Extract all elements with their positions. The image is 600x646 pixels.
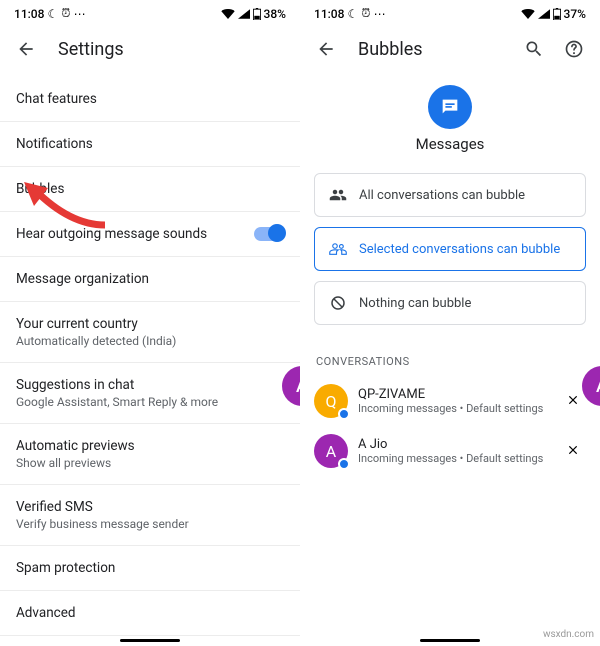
- avatar: Q: [314, 384, 348, 418]
- close-icon: [566, 393, 580, 407]
- conversation-row[interactable]: A A Jio Incoming messages • Default sett…: [300, 426, 600, 476]
- back-button[interactable]: [12, 35, 40, 63]
- messages-badge-icon: [338, 458, 350, 470]
- option-selected-bubble[interactable]: Selected conversations can bubble: [314, 227, 586, 271]
- help-button[interactable]: [560, 35, 588, 63]
- avatar-initial: Q: [325, 392, 336, 411]
- avatar-initial: A: [326, 442, 336, 461]
- settings-screen: 11:08 ☾ ⏰︎ ⋯ 38% Settings Chat features …: [0, 0, 300, 646]
- bubbles-screen: 11:08 ☾ ⏰︎ ⋯ 37% Bubbles Mess: [300, 0, 600, 646]
- status-time: 11:08: [314, 7, 344, 21]
- messages-badge-icon: [338, 408, 350, 420]
- option-label: Nothing can bubble: [359, 296, 471, 311]
- app-info: Messages: [300, 77, 600, 173]
- row-outgoing-sounds[interactable]: Hear outgoing message sounds: [0, 212, 300, 257]
- back-arrow-icon: [16, 39, 36, 59]
- bubbles-header: Bubbles: [300, 25, 600, 77]
- row-bubbles[interactable]: Bubbles: [0, 167, 300, 212]
- alarm-icon: ⏰︎: [61, 6, 70, 21]
- signal-icon: [538, 9, 550, 19]
- page-title: Settings: [58, 39, 124, 60]
- help-icon: [564, 39, 584, 59]
- hotspot-icon: ⋯: [74, 7, 86, 21]
- row-verified-sms[interactable]: Verified SMS Verify business message sen…: [0, 485, 300, 546]
- row-notifications[interactable]: Notifications: [0, 122, 300, 167]
- avatar: A: [314, 434, 348, 468]
- hotspot-icon: ⋯: [374, 7, 386, 21]
- block-icon: [329, 294, 347, 312]
- settings-list: Chat features Notifications Bubbles Hear…: [0, 77, 300, 646]
- status-bar: 11:08 ☾ ⏰︎ ⋯ 37%: [300, 0, 600, 25]
- home-indicator[interactable]: [420, 639, 480, 642]
- row-suggestions[interactable]: Suggestions in chat Google Assistant, Sm…: [0, 363, 300, 424]
- option-label: All conversations can bubble: [359, 188, 525, 203]
- conversation-row[interactable]: Q QP-ZIVAME Incoming messages • Default …: [300, 376, 600, 426]
- status-bar: 11:08 ☾ ⏰︎ ⋯ 38%: [0, 0, 300, 25]
- back-button[interactable]: [312, 35, 340, 63]
- conversation-sub: Incoming messages • Default settings: [358, 402, 550, 415]
- row-current-country[interactable]: Your current country Automatically detec…: [0, 302, 300, 363]
- conversation-sub: Incoming messages • Default settings: [358, 452, 550, 465]
- row-automatic-previews[interactable]: Automatic previews Show all previews: [0, 424, 300, 485]
- conversation-name: QP-ZIVAME: [358, 387, 550, 402]
- alarm-icon: ⏰︎: [361, 6, 370, 21]
- page-title: Bubbles: [358, 39, 423, 60]
- app-name-label: Messages: [300, 135, 600, 153]
- toggle-outgoing-sounds[interactable]: [254, 227, 284, 241]
- row-chat-features[interactable]: Chat features: [0, 77, 300, 122]
- messages-app-icon: [428, 85, 472, 129]
- option-all-bubble[interactable]: All conversations can bubble: [314, 173, 586, 217]
- row-spam-protection[interactable]: Spam protection: [0, 546, 300, 591]
- settings-header: Settings: [0, 25, 300, 77]
- conversation-name: A Jio: [358, 437, 550, 452]
- moon-icon: ☾: [47, 7, 58, 21]
- back-arrow-icon: [316, 39, 336, 59]
- search-button[interactable]: [520, 35, 548, 63]
- people-outline-icon: [329, 240, 347, 258]
- conversations-section-label: CONVERSATIONS: [300, 335, 600, 376]
- battery-text: 37%: [564, 7, 586, 21]
- row-message-organization[interactable]: Message organization: [0, 257, 300, 302]
- battery-text: 38%: [264, 7, 286, 21]
- option-label: Selected conversations can bubble: [359, 242, 560, 257]
- search-icon: [524, 39, 544, 59]
- signal-icon: [238, 9, 250, 19]
- status-time: 11:08: [14, 7, 44, 21]
- close-icon: [566, 443, 580, 457]
- avatar-initial: A: [596, 376, 600, 397]
- people-icon: [329, 186, 347, 204]
- wifi-icon: [221, 9, 235, 19]
- option-nothing-bubble[interactable]: Nothing can bubble: [314, 281, 586, 325]
- home-indicator[interactable]: [120, 639, 180, 642]
- remove-conversation-button[interactable]: [560, 436, 586, 467]
- wifi-icon: [521, 9, 535, 19]
- moon-icon: ☾: [347, 7, 358, 21]
- battery-icon: [553, 8, 561, 20]
- watermark: wsxdn.com: [543, 629, 594, 640]
- battery-icon: [253, 8, 261, 20]
- row-advanced[interactable]: Advanced: [0, 591, 300, 636]
